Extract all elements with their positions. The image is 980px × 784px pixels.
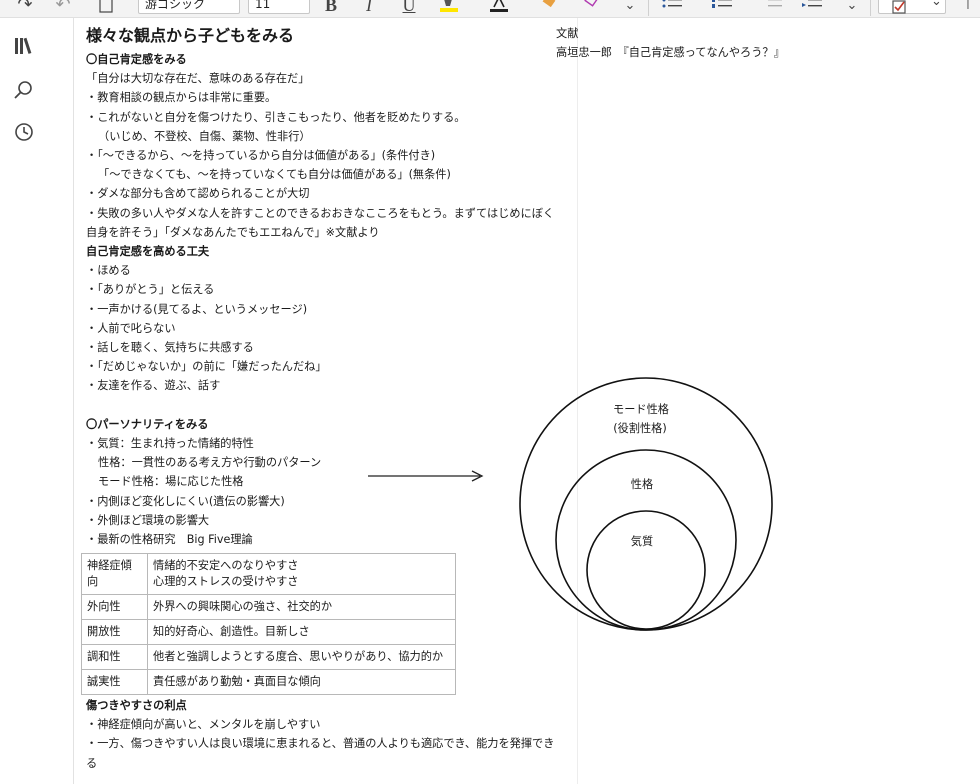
section-heading[interactable]: 傷つきやすさの利点 [86,696,576,715]
table-cell-trait[interactable]: 開放性 [81,619,148,645]
reference-entry[interactable]: 高垣忠一郎 『自己肯定感ってなんやろう？』 [556,43,785,62]
chevron-down-icon[interactable]: ⌄ [842,0,862,16]
arrow-icon [368,470,484,482]
inner-circle [586,510,706,630]
ribbon-toolbar: ↷ ↶ 游ゴシック 11 B I U ⌄ ⌄ ⌄ ⊤ [0,0,980,18]
note-line[interactable]: ・「ありがとう」と伝える [86,280,576,299]
tag-box[interactable]: ⌄ [878,0,946,14]
font-color-icon[interactable] [486,0,512,16]
chevron-down-icon[interactable]: ⌄ [931,0,942,13]
note-line[interactable]: ・「～できるから、～を持っているから自分は価値がある」(条件付き) [86,146,576,165]
table-row[interactable]: 調和性 他者と強調しようとする度合、思いやりがあり、協力的か [81,644,456,670]
eraser-icon[interactable] [578,0,604,16]
italic-icon[interactable]: I [358,0,380,16]
note-line[interactable]: ・人前で叱らない [86,319,576,338]
middle-circle-label: 性格 [631,477,653,491]
numbered-list-icon[interactable] [710,0,734,16]
font-name-box[interactable]: 游ゴシック [138,0,240,14]
table-cell-trait[interactable]: 神経症傾向 [81,553,148,595]
more-tools-icon[interactable]: ⊤ [956,0,980,16]
left-navigation-rail [0,18,48,784]
outer-circle-sublabel: (役割性格) [613,421,666,435]
table-row[interactable]: 誠実性 責任感があり勤勉・真面目な傾向 [81,669,456,695]
note-line[interactable]: ・教育相談の観点からは非常に重要。 [86,88,576,107]
page-title[interactable]: 様々な観点から子どもをみる [86,24,576,48]
note-line[interactable]: る [86,754,576,773]
page-edge [73,18,74,784]
note-line[interactable]: 自身を許そう」「ダメなあんたでもエエねんで」※文献より [86,223,576,242]
notebooks-icon[interactable] [10,32,38,60]
note-line[interactable]: 「自分は大切な存在だ、意味のある存在だ」 [86,69,576,88]
section-heading[interactable]: 自己肯定感を高める工夫 [86,242,576,261]
note-line[interactable]: ・失敗の多い人やダメな人を許すことのできるおおきなこころをもとう。まずてはじめに… [86,204,576,223]
increase-indent-icon[interactable] [800,0,824,16]
note-container-lower[interactable]: 傷つきやすさの利点 ・神経症傾向が高いと、メンタルを崩しやすい ・一方、傷つきや… [86,696,576,773]
note-line[interactable]: ・ダメな部分も含めて認められることが大切 [86,184,576,203]
decrease-indent-icon[interactable] [760,0,784,16]
undo-icon[interactable]: ↶ [52,0,74,16]
clear-format-icon[interactable] [536,0,562,16]
note-line[interactable]: ・これがないと自分を傷つけたり、引きこもったり、他者を貶めたりする。 [86,108,576,127]
underline-icon[interactable]: U [398,0,420,16]
table-cell-trait[interactable]: 調和性 [81,644,148,670]
note-line[interactable]: ・話しを聴く、気持ちに共感する [86,338,576,357]
toolbar-divider [648,0,649,16]
outer-circle-label: モード性格 [613,402,669,416]
note-line[interactable]: ・神経症傾向が高いと、メンタルを崩しやすい [86,715,576,734]
search-icon[interactable] [10,76,38,104]
table-cell-trait[interactable]: 誠実性 [81,669,148,695]
redo-icon[interactable]: ↷ [14,0,36,16]
personality-diagram[interactable]: モード性格 (役割性格) 性格 気質 [360,370,780,640]
bullet-list-icon[interactable] [660,0,684,16]
bold-icon[interactable]: B [320,0,342,16]
inner-circle-label: 気質 [631,534,653,548]
table-cell-trait[interactable]: 外向性 [81,594,148,620]
note-line[interactable]: （いじめ、不登校、自傷、薬物、性非行） [86,127,576,146]
toolbar-divider [870,0,871,16]
table-cell-desc[interactable]: 他者と強調しようとする度合、思いやりがあり、協力的か [147,644,456,670]
section-heading[interactable]: 〇自己肯定感をみる [86,50,576,69]
chevron-down-icon[interactable]: ⌄ [620,0,640,16]
font-size-box[interactable]: 11 [248,0,310,14]
table-cell-desc[interactable]: 責任感があり勤勉・真面目な傾向 [147,669,456,695]
note-line[interactable]: ・ほめる [86,261,576,280]
reference-note[interactable]: 文献 高垣忠一郎 『自己肯定感ってなんやろう？』 [556,24,785,62]
reference-label[interactable]: 文献 [556,24,785,43]
note-line[interactable]: 「～できなくても、～を持っていなくても自分は価値がある」(無条件) [86,165,576,184]
note-line[interactable]: ・一方、傷つきやすい人は良い環境に恵まれると、普通の人よりも適応でき、能力を発揮… [86,734,576,753]
recent-clock-icon[interactable] [10,118,38,146]
note-line[interactable]: ・一声かける(見てるよ、というメッセージ) [86,300,576,319]
highlight-icon[interactable] [436,0,462,16]
paste-icon[interactable] [96,0,116,16]
